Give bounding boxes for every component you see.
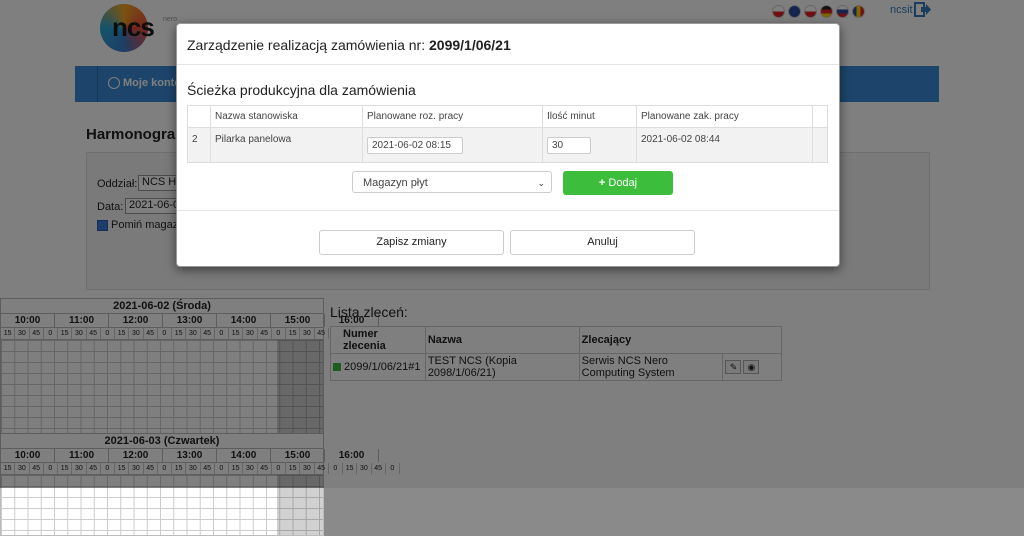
row-number: 2 bbox=[187, 127, 211, 163]
station-name: Pilarka panelowa bbox=[210, 127, 363, 163]
order-management-modal: Zarządzenie realizacją zamówienia nr: 20… bbox=[176, 23, 840, 267]
modal-title: Zarządzenie realizacją zamówienia nr: 20… bbox=[187, 37, 511, 53]
col-minutes: Ilość minut bbox=[542, 105, 637, 128]
production-header-row: Nazwa stanowiska Planowane roz. pracy Il… bbox=[187, 105, 828, 128]
planned-start-input[interactable]: 2021-06-02 08:15 bbox=[367, 136, 463, 154]
planned-end: 2021-06-02 08:44 bbox=[636, 127, 813, 163]
col-planned-end: Planowane zak. pracy bbox=[636, 105, 813, 128]
production-path-title: Ścieżka produkcyjna dla zamówienia bbox=[187, 82, 416, 98]
minutes-input[interactable]: 30 bbox=[547, 136, 591, 154]
station-select-value: Magazyn płyt bbox=[363, 177, 428, 189]
col-station-name: Nazwa stanowiska bbox=[210, 105, 363, 128]
modal-order-number: 2099/1/06/21 bbox=[429, 37, 511, 53]
add-button-label: Dodaj bbox=[608, 177, 638, 189]
save-changes-button[interactable]: Zapisz zmiany bbox=[319, 230, 504, 255]
modal-footer-divider bbox=[177, 210, 839, 211]
col-planned-start: Planowane roz. pracy bbox=[362, 105, 543, 128]
chevron-down-icon: ⌄ bbox=[537, 178, 545, 188]
plus-icon: + bbox=[598, 177, 606, 189]
production-path-table: Nazwa stanowiska Planowane roz. pracy Il… bbox=[187, 105, 828, 163]
cancel-button[interactable]: Anuluj bbox=[510, 230, 695, 255]
add-button[interactable]: + Dodaj bbox=[563, 171, 673, 195]
modal-title-prefix: Zarządzenie realizacją zamówienia nr: bbox=[187, 37, 426, 53]
station-select[interactable]: Magazyn płyt ⌄ bbox=[352, 171, 552, 193]
production-row: 2 Pilarka panelowa 2021-06-02 08:15 30 2… bbox=[187, 127, 828, 163]
